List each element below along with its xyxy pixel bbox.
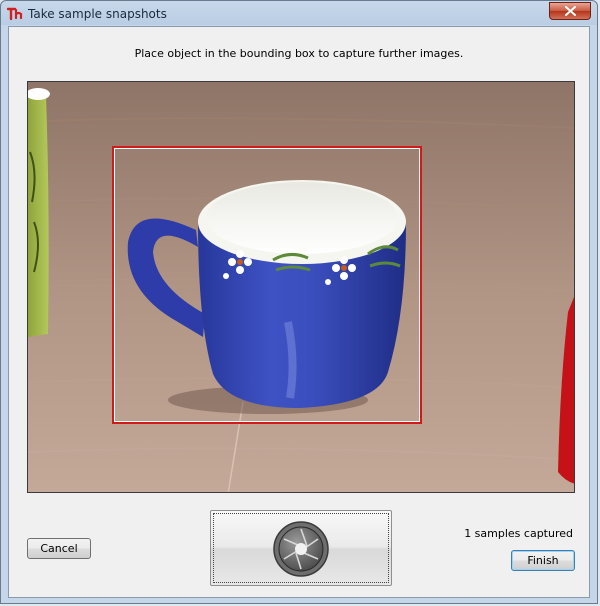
bounding-box [112,146,422,424]
camera-shutter-icon [273,521,329,577]
dialog-window: Take sample snapshots Place object in th… [0,0,598,604]
close-icon [565,6,576,16]
dialog-content: Place object in the bounding box to capt… [8,26,590,598]
capture-button[interactable] [210,510,392,586]
title-bar[interactable]: Take sample snapshots [1,1,597,26]
app-logo-icon [7,7,23,21]
cancel-button[interactable]: Cancel [27,538,91,559]
samples-status: 1 samples captured [464,527,573,540]
close-button[interactable] [549,2,591,20]
finish-button[interactable]: Finish [511,550,575,571]
camera-preview [27,81,575,493]
instruction-text: Place object in the bounding box to capt… [134,47,464,60]
window-title: Take sample snapshots [28,7,167,21]
